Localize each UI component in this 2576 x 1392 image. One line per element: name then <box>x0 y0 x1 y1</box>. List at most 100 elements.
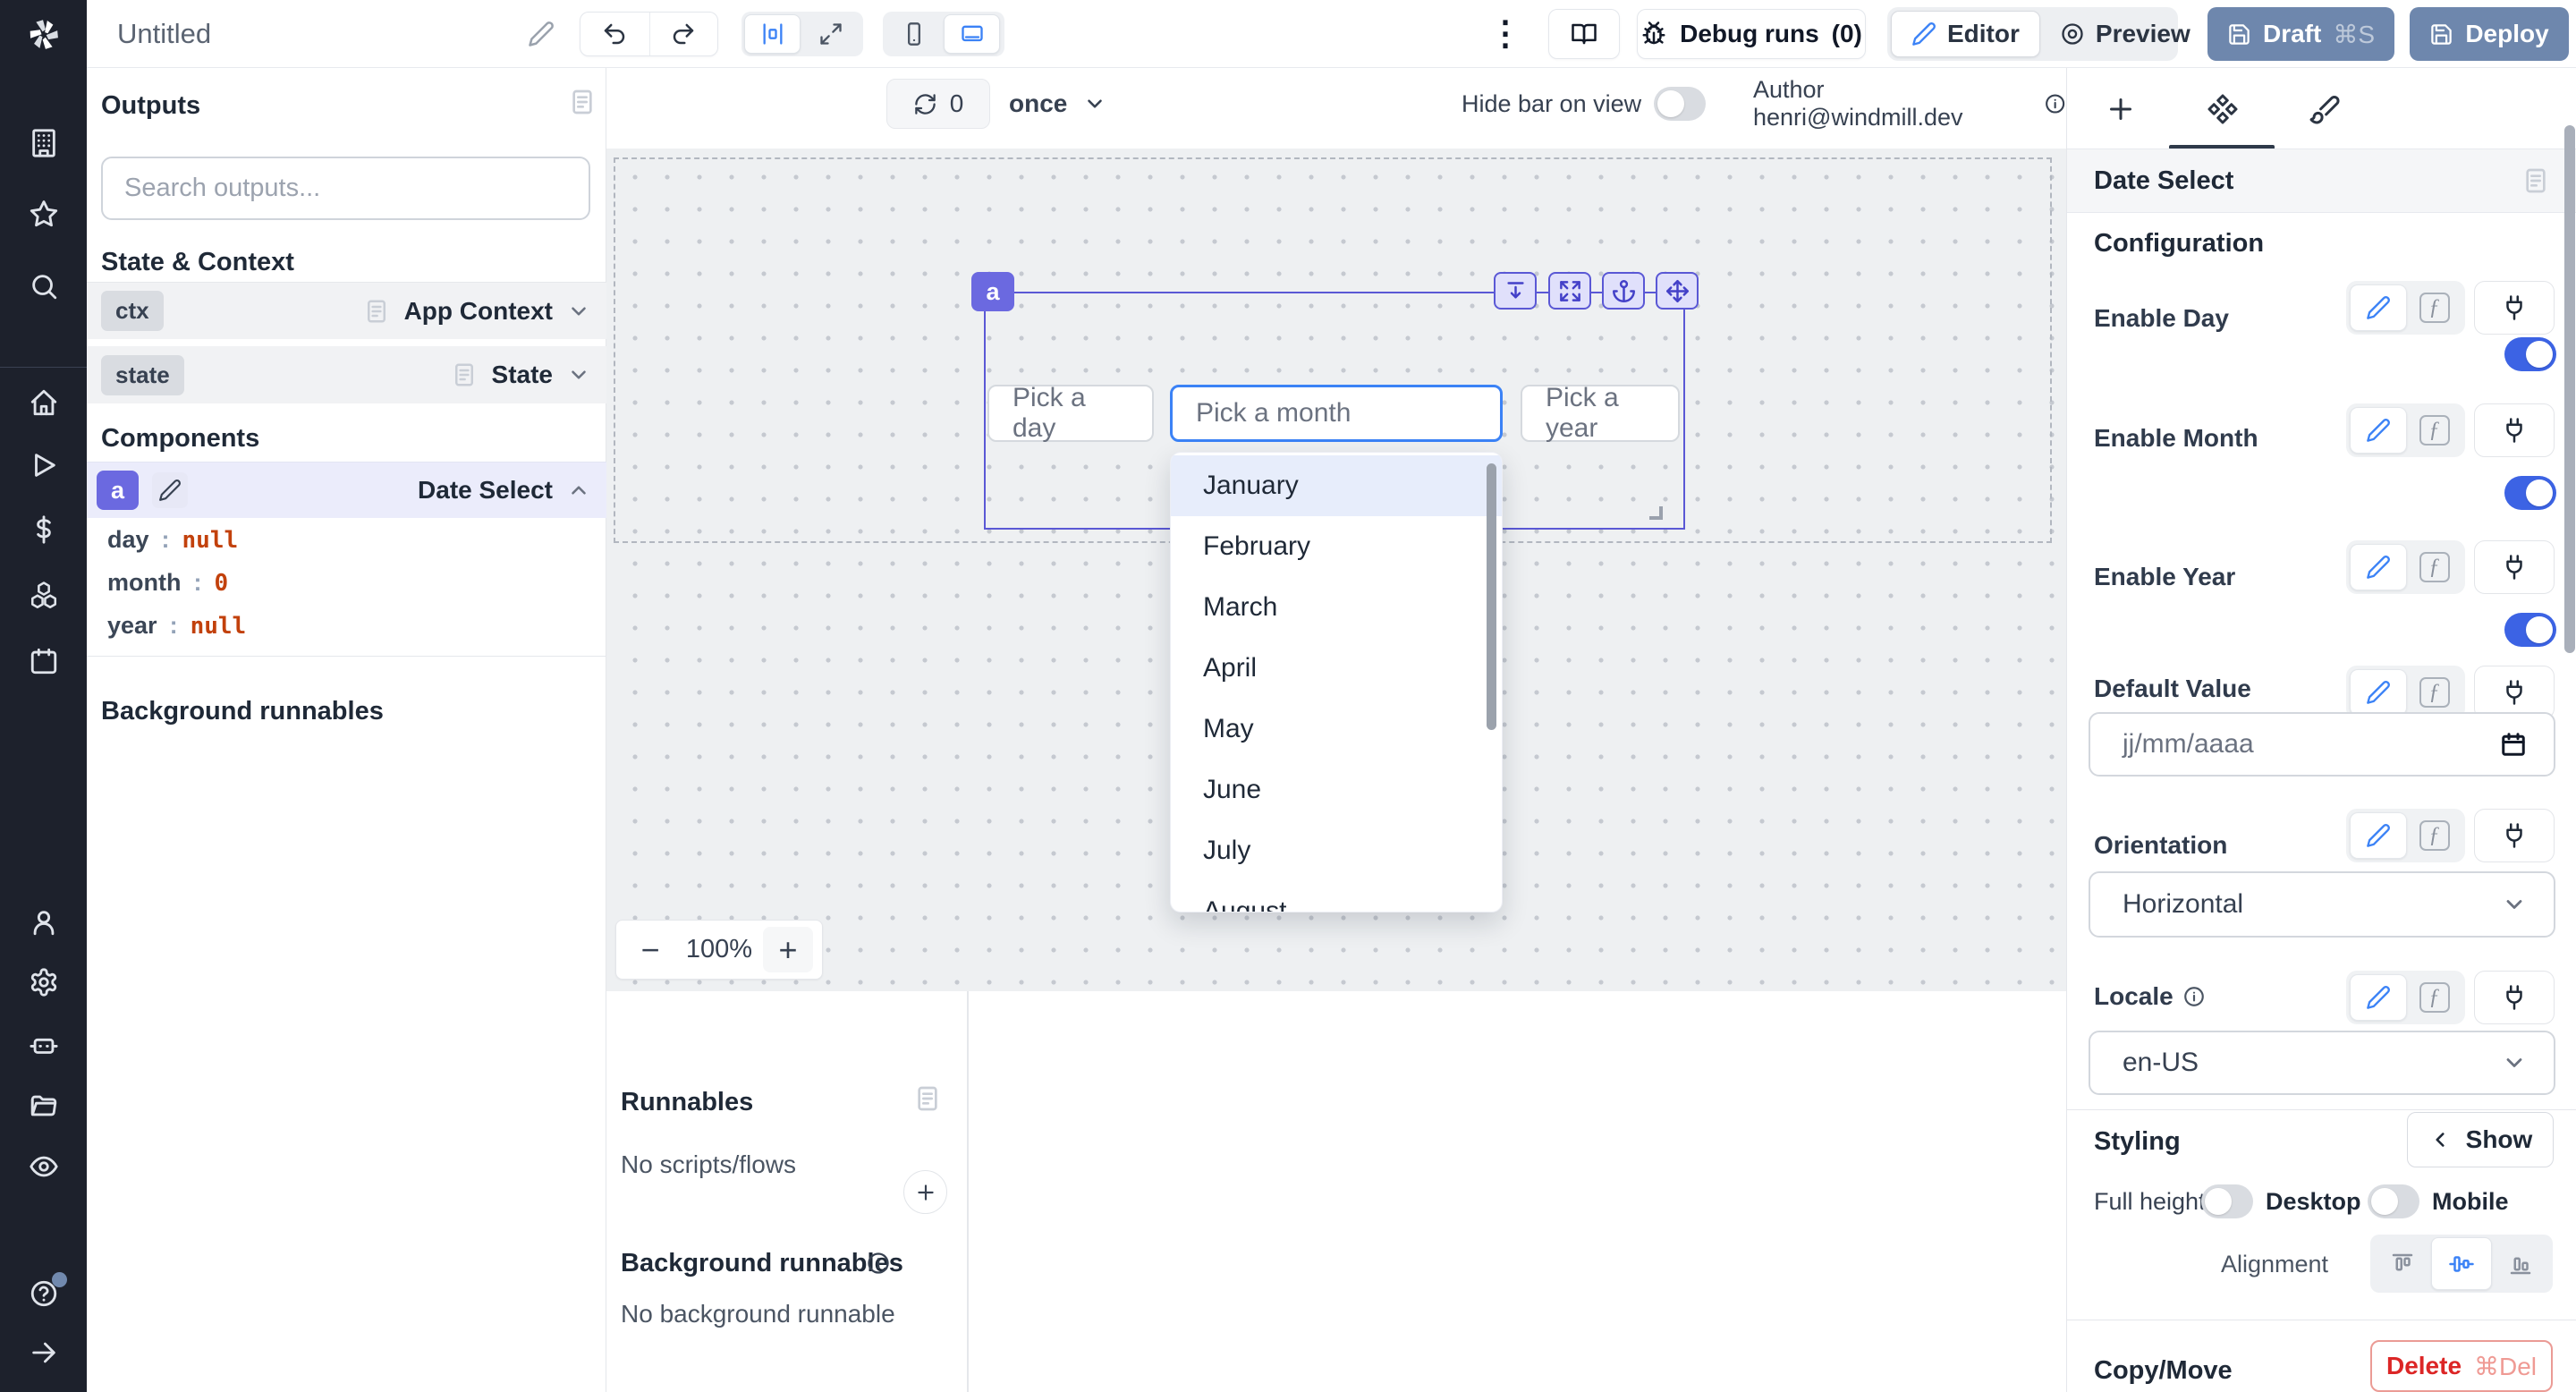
enable-year-toggle[interactable] <box>2504 613 2556 647</box>
dropdown-item-june[interactable]: June <box>1171 760 1502 820</box>
collapse-arrow-icon[interactable] <box>29 1337 59 1368</box>
dropdown-item-april[interactable]: April <box>1171 638 1502 699</box>
anchor-handle[interactable] <box>1602 272 1645 310</box>
resize-corner-handle[interactable] <box>1649 506 1663 520</box>
zoom-in-button[interactable]: + <box>763 927 813 972</box>
chevron-up-icon[interactable] <box>567 479 590 502</box>
default-value-date-input[interactable]: jj/mm/aaaa <box>2089 712 2555 777</box>
add-background-runnable-button[interactable] <box>903 1170 947 1214</box>
desktop-view-button[interactable] <box>944 14 1000 54</box>
pick-year-input[interactable]: Pick a year <box>1521 385 1680 442</box>
more-menu-kebab-icon[interactable]: ⋮ <box>1487 13 1523 55</box>
panel-scrollbar[interactable] <box>2564 125 2575 653</box>
fullscreen-layout-button[interactable] <box>802 14 859 54</box>
connect-plug-button[interactable] <box>2474 540 2555 594</box>
centered-layout-button[interactable] <box>744 14 801 54</box>
info-icon[interactable] <box>2182 985 2206 1008</box>
debug-runs-button[interactable]: Debug runs (0) <box>1637 9 1866 59</box>
pick-month-input[interactable]: Pick a month <box>1170 385 1503 442</box>
zoom-out-button[interactable]: − <box>625 927 675 972</box>
ai-bot-icon[interactable] <box>29 1030 59 1060</box>
connect-plug-button[interactable] <box>2474 403 2555 457</box>
workspace-icon[interactable] <box>29 128 59 158</box>
ctx-row[interactable]: ctx App Context <box>87 282 606 339</box>
dropdown-item-may[interactable]: May <box>1171 699 1502 760</box>
expand-down-handle[interactable] <box>1494 272 1537 310</box>
function-mode-button[interactable]: ƒ <box>2407 982 2462 1013</box>
variables-dollar-icon[interactable] <box>29 514 59 545</box>
connect-plug-button[interactable] <box>2474 281 2555 335</box>
runs-play-icon[interactable] <box>29 450 59 480</box>
resources-boxes-icon[interactable] <box>29 580 59 610</box>
hide-bar-toggle[interactable] <box>1654 87 1706 121</box>
static-pencil-button[interactable] <box>2350 544 2407 590</box>
dropdown-item-february[interactable]: February <box>1171 516 1502 577</box>
pick-day-input[interactable]: Pick a day <box>987 385 1154 442</box>
enable-day-toggle[interactable] <box>2504 337 2556 371</box>
favorites-star-icon[interactable] <box>29 199 59 229</box>
function-mode-button[interactable]: ƒ <box>2407 293 2462 323</box>
connect-plug-button[interactable] <box>2474 809 2555 862</box>
orientation-select[interactable]: Horizontal <box>2089 871 2555 938</box>
dropdown-item-august[interactable]: August <box>1171 881 1502 912</box>
eye-icon[interactable] <box>29 1151 59 1182</box>
dropdown-scrollbar[interactable] <box>1487 463 1496 730</box>
runnables-doc-icon[interactable] <box>913 1084 942 1113</box>
align-top-button[interactable] <box>2373 1237 2431 1290</box>
state-row[interactable]: state State <box>87 346 606 403</box>
dropdown-item-march[interactable]: March <box>1171 577 1502 638</box>
rename-pencil-icon[interactable] <box>152 472 188 508</box>
draft-button[interactable]: Draft ⌘S <box>2207 7 2394 61</box>
chevron-down-icon[interactable] <box>567 300 590 323</box>
search-outputs-input[interactable] <box>103 158 589 218</box>
run-mode-dropdown[interactable]: once <box>1009 79 1106 129</box>
full-height-toggle[interactable] <box>2201 1184 2253 1218</box>
tab-add-component[interactable] <box>2101 89 2140 129</box>
redo-button[interactable] <box>649 13 718 55</box>
tab-preview[interactable]: Preview <box>2040 11 2210 57</box>
refresh-count-button[interactable]: 0 <box>886 79 990 129</box>
styling-show-button[interactable]: Show <box>2407 1112 2554 1167</box>
connect-plug-button[interactable] <box>2474 971 2555 1024</box>
move-handle[interactable] <box>1656 272 1699 310</box>
edit-title-pencil-icon[interactable] <box>528 21 555 47</box>
home-icon[interactable] <box>29 387 59 418</box>
function-mode-button[interactable]: ƒ <box>2407 820 2462 851</box>
static-pencil-button[interactable] <box>2350 407 2407 454</box>
chevron-down-icon[interactable] <box>567 363 590 386</box>
function-mode-button[interactable]: ƒ <box>2407 677 2462 708</box>
search-icon[interactable] <box>29 271 59 301</box>
static-pencil-button[interactable] <box>2350 812 2407 859</box>
function-mode-button[interactable]: ƒ <box>2407 552 2462 582</box>
mobile-view-button[interactable] <box>886 14 942 54</box>
component-a-row[interactable]: a Date Select <box>87 462 606 518</box>
static-pencil-button[interactable] <box>2350 284 2407 331</box>
align-center-button[interactable] <box>2431 1237 2491 1290</box>
maximize-handle[interactable] <box>1548 272 1591 310</box>
connect-plug-button[interactable] <box>2474 666 2555 719</box>
tab-styling-brush[interactable] <box>2305 89 2344 129</box>
delete-component-button[interactable]: Delete ⌘Del <box>2370 1340 2553 1392</box>
static-pencil-button[interactable] <box>2350 974 2407 1021</box>
info-icon[interactable] <box>2044 92 2066 115</box>
undo-button[interactable] <box>580 13 649 55</box>
info-icon[interactable] <box>866 1251 891 1276</box>
dropdown-item-january[interactable]: January <box>1171 455 1502 516</box>
align-bottom-button[interactable] <box>2492 1237 2550 1290</box>
static-pencil-button[interactable] <box>2350 669 2407 716</box>
enable-month-toggle[interactable] <box>2504 476 2556 510</box>
tab-component-settings[interactable] <box>2203 89 2242 129</box>
app-canvas[interactable]: a Pick a day Pick a month Pick a year Ja… <box>606 149 2066 991</box>
desktop-mobile-toggle[interactable] <box>2368 1184 2419 1218</box>
folders-icon[interactable] <box>29 1091 59 1121</box>
settings-gear-icon[interactable] <box>29 967 59 997</box>
locale-select[interactable]: en-US <box>2089 1031 2555 1095</box>
user-icon[interactable] <box>29 907 59 938</box>
tab-editor[interactable]: Editor <box>1891 11 2040 57</box>
dropdown-item-july[interactable]: July <box>1171 820 1502 881</box>
calendar-icon[interactable] <box>2500 731 2527 758</box>
outputs-doc-icon[interactable] <box>568 88 597 116</box>
deploy-button[interactable]: Deploy <box>2410 7 2569 61</box>
schedules-calendar-icon[interactable] <box>29 646 59 676</box>
docs-book-button[interactable] <box>1548 9 1620 59</box>
